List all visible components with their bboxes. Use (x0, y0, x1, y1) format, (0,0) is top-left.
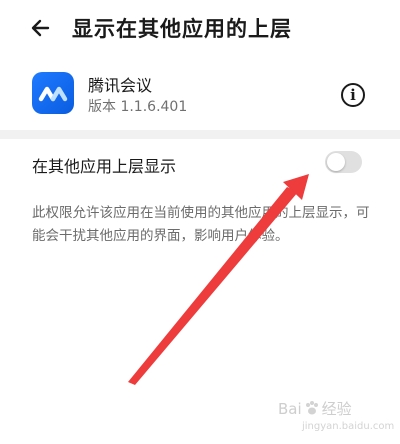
info-icon[interactable]: i (341, 83, 365, 107)
tencent-meeting-app-icon (32, 72, 74, 114)
toggle-knob (327, 153, 345, 171)
app-info-row: 腾讯会议 版本 1.1.6.401 i (0, 64, 400, 128)
baidu-paw-icon (304, 400, 320, 420)
overlay-permission-toggle[interactable] (325, 151, 362, 173)
setting-label: 在其他应用上层显示 (32, 157, 177, 176)
app-version: 版本 1.1.6.401 (88, 99, 188, 115)
watermark-subtitle: jingyan.baidu.com (302, 421, 395, 432)
header-bar: 显示在其他应用的上层 (0, 0, 400, 56)
back-arrow-icon[interactable] (28, 14, 56, 42)
section-divider (0, 130, 400, 139)
overlay-permission-row[interactable]: 在其他应用上层显示 (0, 140, 400, 186)
permission-description: 此权限允许该应用在当前使用的其他应用的上层显示，可能会干扰其他应用的界面，影响用… (32, 205, 370, 244)
app-name: 腾讯会议 (88, 76, 153, 95)
watermark-text-right: 经验 (321, 400, 352, 418)
page-title: 显示在其他应用的上层 (72, 17, 292, 41)
watermark-text-left: Bai (278, 400, 302, 418)
baidu-jingyan-watermark: Bai 经验 jingyan.baidu.com (278, 398, 394, 432)
